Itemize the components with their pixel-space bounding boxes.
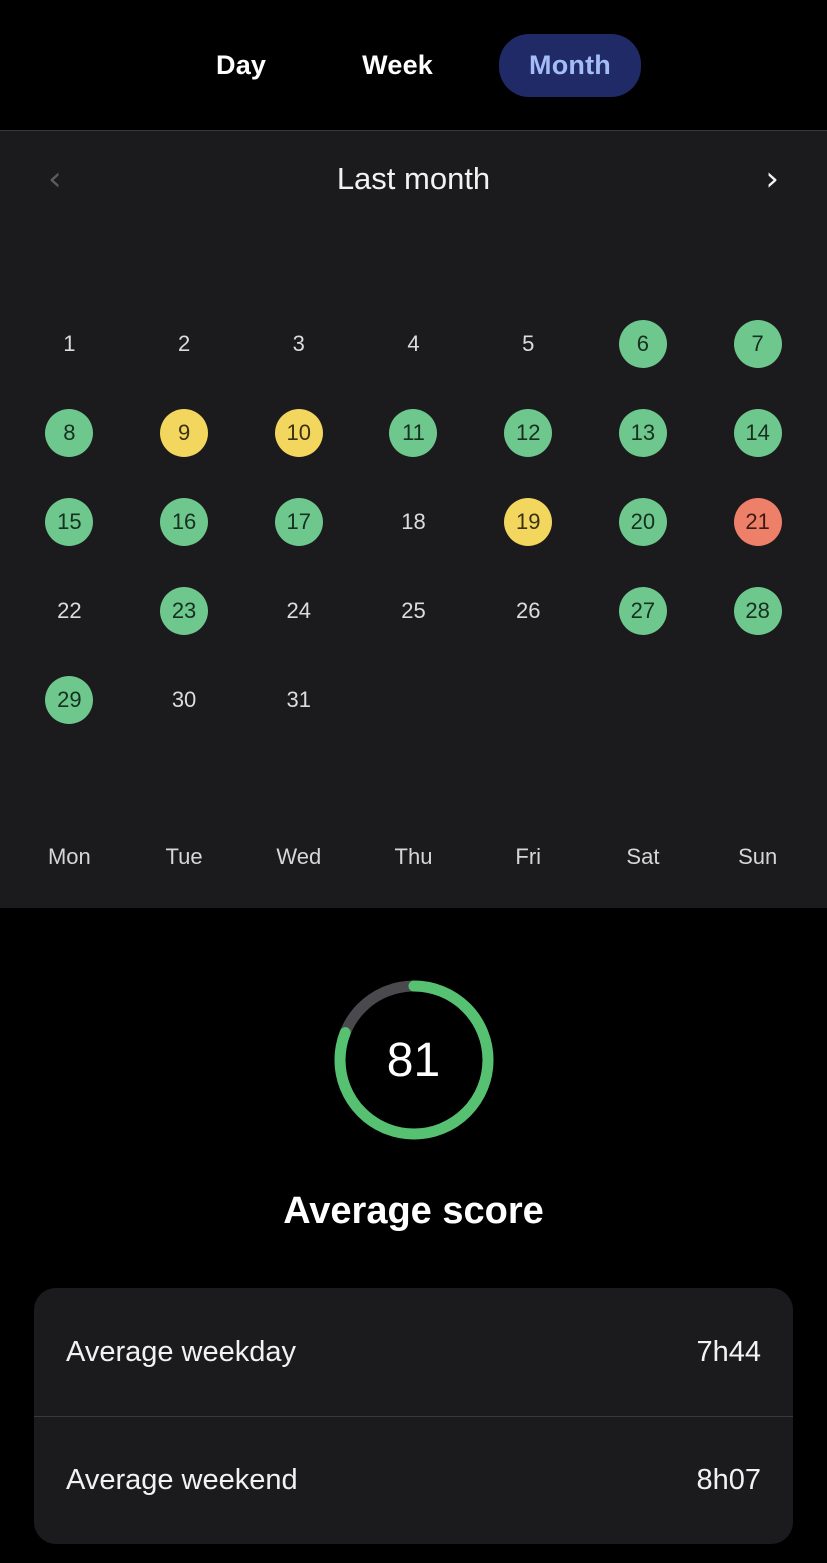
calendar-title: Last month	[337, 161, 490, 197]
day-22-none: 22	[45, 587, 93, 635]
tab-week[interactable]: Week	[332, 34, 463, 97]
day-3-none: 3	[275, 320, 323, 368]
day-25-none: 25	[389, 587, 437, 635]
weekday-label-wed: Wed	[241, 844, 356, 870]
calendar-day-cell[interactable]: 13	[586, 388, 701, 477]
sleep-stats-screen: Day Week Month ‹ Last month › 1234567891…	[0, 0, 827, 1563]
day-4-none: 4	[389, 320, 437, 368]
day-5-none: 5	[504, 320, 552, 368]
calendar-day-cell[interactable]: 2	[127, 299, 242, 388]
stat-row-average-weekend[interactable]: Average weekend 8h07	[34, 1416, 793, 1544]
calendar-day-cell-empty	[471, 655, 586, 744]
day-19-yellow: 19	[504, 498, 552, 546]
calendar-header: ‹ Last month ›	[0, 131, 827, 227]
average-weekend-value: 8h07	[696, 1464, 761, 1497]
day-11-green: 11	[389, 409, 437, 457]
calendar-day-cell[interactable]: 15	[12, 477, 127, 566]
calendar-day-cell[interactable]: 4	[356, 299, 471, 388]
tab-week-label: Week	[362, 50, 433, 80]
day-8-green: 8	[45, 409, 93, 457]
calendar-day-cell[interactable]: 7	[700, 299, 815, 388]
tab-month[interactable]: Month	[499, 34, 641, 97]
calendar-day-cell[interactable]: 16	[127, 477, 242, 566]
calendar-day-cell[interactable]: 26	[471, 566, 586, 655]
average-weekday-label: Average weekday	[66, 1336, 296, 1369]
calendar-day-cell[interactable]: 28	[700, 566, 815, 655]
calendar-day-cell[interactable]: 18	[356, 477, 471, 566]
calendar-day-cell-empty	[356, 655, 471, 744]
day-17-green: 17	[275, 498, 323, 546]
averages-card: Average weekday 7h44 Average weekend 8h0…	[34, 1288, 793, 1544]
calendar-day-cell[interactable]: 6	[586, 299, 701, 388]
day-13-green: 13	[619, 409, 667, 457]
calendar-day-cell[interactable]: 23	[127, 566, 242, 655]
tab-day-label: Day	[216, 50, 266, 80]
calendar-day-cell[interactable]: 21	[700, 477, 815, 566]
weekday-label-tue: Tue	[127, 844, 242, 870]
average-weekend-label: Average weekend	[66, 1464, 298, 1497]
calendar-day-cell-empty	[700, 655, 815, 744]
day-20-green: 20	[619, 498, 667, 546]
calendar-day-cell[interactable]: 5	[471, 299, 586, 388]
tab-day[interactable]: Day	[186, 34, 296, 97]
average-score-title: Average score	[283, 1190, 544, 1233]
calendar-day-cell[interactable]: 8	[12, 388, 127, 477]
day-14-green: 14	[734, 409, 782, 457]
period-tabbar: Day Week Month	[0, 0, 827, 130]
day-18-none: 18	[389, 498, 437, 546]
day-30-none: 30	[160, 676, 208, 724]
chevron-right-icon[interactable]: ›	[765, 162, 779, 196]
day-10-yellow: 10	[275, 409, 323, 457]
day-31-none: 31	[275, 676, 323, 724]
calendar-day-cell[interactable]: 27	[586, 566, 701, 655]
day-16-green: 16	[160, 498, 208, 546]
chevron-left-icon[interactable]: ‹	[48, 162, 62, 196]
stat-row-average-weekday[interactable]: Average weekday 7h44	[34, 1288, 793, 1416]
calendar-day-cell[interactable]: 1	[12, 299, 127, 388]
calendar-panel: ‹ Last month › 1234567891011121314151617…	[0, 130, 827, 908]
calendar-day-cell[interactable]: 24	[241, 566, 356, 655]
calendar-day-cell[interactable]: 20	[586, 477, 701, 566]
score-value: 81	[332, 978, 496, 1142]
calendar-day-cell[interactable]: 22	[12, 566, 127, 655]
day-6-green: 6	[619, 320, 667, 368]
tab-month-label: Month	[529, 50, 611, 80]
calendar-day-cell[interactable]: 30	[127, 655, 242, 744]
calendar-day-cell[interactable]: 31	[241, 655, 356, 744]
calendar-day-cell[interactable]: 19	[471, 477, 586, 566]
calendar-day-grid: 1234567891011121314151617181920212223242…	[0, 299, 827, 744]
weekday-label-fri: Fri	[471, 844, 586, 870]
day-9-yellow: 9	[160, 409, 208, 457]
day-27-green: 27	[619, 587, 667, 635]
calendar-day-cell[interactable]: 9	[127, 388, 242, 477]
day-24-none: 24	[275, 587, 323, 635]
day-21-red: 21	[734, 498, 782, 546]
day-12-green: 12	[504, 409, 552, 457]
day-2-none: 2	[160, 320, 208, 368]
day-7-green: 7	[734, 320, 782, 368]
calendar-day-cell[interactable]: 11	[356, 388, 471, 477]
average-weekday-value: 7h44	[696, 1336, 761, 1369]
weekday-label-thu: Thu	[356, 844, 471, 870]
day-29-green: 29	[45, 676, 93, 724]
average-score-section: 81 Average score	[0, 908, 827, 1288]
calendar-day-cell[interactable]: 17	[241, 477, 356, 566]
score-ring: 81	[332, 978, 496, 1142]
weekday-label-sat: Sat	[586, 844, 701, 870]
day-28-green: 28	[734, 587, 782, 635]
day-1-none: 1	[45, 320, 93, 368]
calendar-day-cell[interactable]: 12	[471, 388, 586, 477]
weekday-label-row: MonTueWedThuFriSatSun	[0, 844, 827, 870]
calendar-day-cell[interactable]: 25	[356, 566, 471, 655]
calendar-day-cell[interactable]: 3	[241, 299, 356, 388]
calendar-day-cell[interactable]: 29	[12, 655, 127, 744]
weekday-label-mon: Mon	[12, 844, 127, 870]
day-26-none: 26	[504, 587, 552, 635]
day-23-green: 23	[160, 587, 208, 635]
calendar-day-cell[interactable]: 14	[700, 388, 815, 477]
calendar-day-cell[interactable]: 10	[241, 388, 356, 477]
calendar-day-cell-empty	[586, 655, 701, 744]
day-15-green: 15	[45, 498, 93, 546]
weekday-label-sun: Sun	[700, 844, 815, 870]
